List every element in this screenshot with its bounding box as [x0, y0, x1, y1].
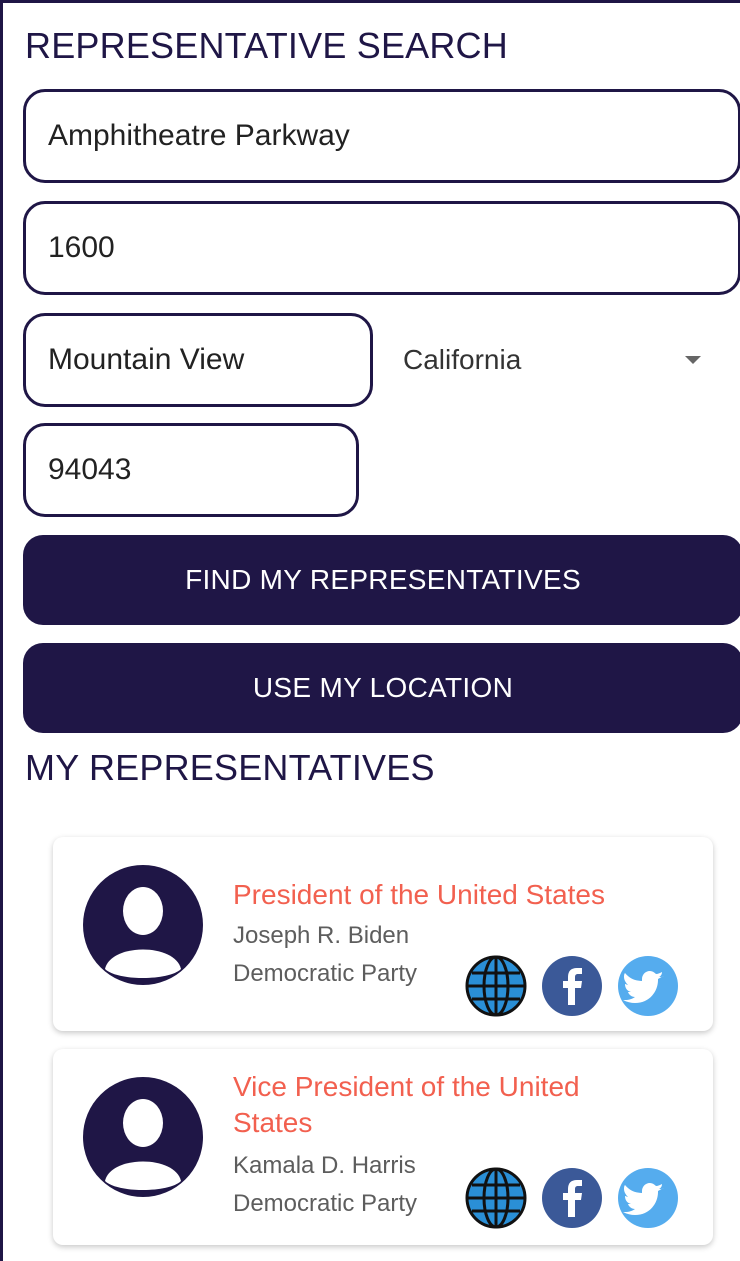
twitter-icon[interactable]: [617, 1167, 679, 1229]
twitter-icon[interactable]: [617, 955, 679, 1017]
facebook-icon[interactable]: [541, 955, 603, 1017]
person-avatar-icon: [83, 865, 203, 985]
social-links: [465, 1167, 679, 1229]
official-name: Kamala D. Harris: [233, 1152, 416, 1179]
house-number-input[interactable]: 1600: [23, 201, 740, 295]
representative-page: REPRESENTATIVE SEARCH Amphitheatre Parkw…: [0, 0, 740, 1261]
social-links: [465, 955, 679, 1017]
zip-input[interactable]: 94043: [23, 423, 359, 517]
official-name: Joseph R. Biden: [233, 922, 410, 949]
office-title: President of the United States: [233, 879, 605, 910]
state-select-value: California: [403, 344, 522, 375]
my-representatives-title: MY REPRESENTATIVES: [25, 747, 435, 788]
globe-icon[interactable]: [465, 1167, 527, 1229]
person-avatar-icon: [83, 1077, 203, 1197]
facebook-icon[interactable]: [541, 1167, 603, 1229]
representative-card[interactable]: President of the United States Joseph R.…: [53, 837, 713, 1031]
chevron-down-icon: [685, 356, 701, 364]
representative-card[interactable]: Vice President of the United States Kama…: [53, 1049, 713, 1245]
street-input[interactable]: Amphitheatre Parkway: [23, 89, 740, 183]
use-location-button[interactable]: USE MY LOCATION: [23, 643, 740, 733]
official-party: Democratic Party: [233, 960, 418, 987]
state-select[interactable]: California: [403, 325, 723, 395]
globe-icon[interactable]: [465, 955, 527, 1017]
city-input[interactable]: Mountain View: [23, 313, 373, 407]
search-title: REPRESENTATIVE SEARCH: [25, 25, 508, 66]
official-party: Democratic Party: [233, 1190, 418, 1217]
find-representatives-button[interactable]: FIND MY REPRESENTATIVES: [23, 535, 740, 625]
office-title: Vice President of the United States: [233, 1071, 580, 1138]
